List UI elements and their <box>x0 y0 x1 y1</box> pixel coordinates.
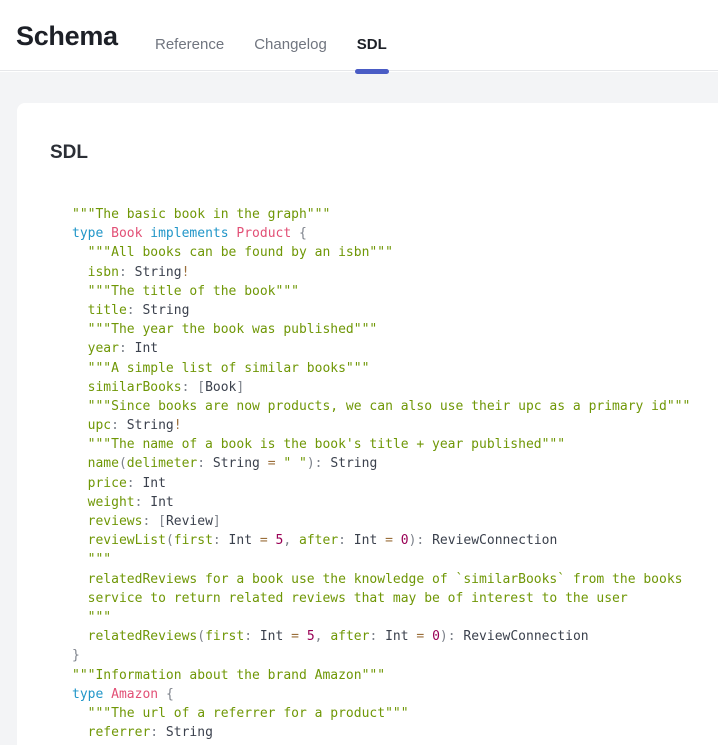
code-line: upc: String! <box>72 416 718 435</box>
code-line: referrer: String <box>72 723 718 742</box>
code-line: """ <box>72 608 718 627</box>
page-title: Schema <box>16 21 118 52</box>
content-area: SDL """The basic book in the graph"""typ… <box>0 72 718 745</box>
code-line: reviews: [Review] <box>72 512 718 531</box>
code-line: isbn: String! <box>72 263 718 282</box>
sdl-card: SDL """The basic book in the graph"""typ… <box>17 103 718 745</box>
tab-bar: Reference Changelog SDL <box>155 36 387 53</box>
code-line: """The year the book was published""" <box>72 320 718 339</box>
code-line: """ <box>72 550 718 569</box>
tab-changelog[interactable]: Changelog <box>254 36 327 53</box>
code-line: """The basic book in the graph""" <box>72 205 718 224</box>
code-line: """The url of a referrer for a product""… <box>72 704 718 723</box>
tab-sdl-label: SDL <box>357 36 387 53</box>
code-line: """The name of a book is the book's titl… <box>72 435 718 454</box>
code-line: price: Int <box>72 474 718 493</box>
code-line: reviewList(first: Int = 5, after: Int = … <box>72 531 718 550</box>
code-line: relatedReviews for a book use the knowle… <box>72 570 718 589</box>
code-line: } <box>72 646 718 665</box>
active-tab-indicator <box>355 69 389 74</box>
tab-sdl[interactable]: SDL <box>357 36 387 53</box>
code-line: """The title of the book""" <box>72 282 718 301</box>
code-line: service to return related reviews that m… <box>72 589 718 608</box>
tab-reference[interactable]: Reference <box>155 36 224 53</box>
code-line: title: String <box>72 301 718 320</box>
code-line: relatedReviews(first: Int = 5, after: In… <box>72 627 718 646</box>
code-line: """A simple list of similar books""" <box>72 359 718 378</box>
code-line: """Information about the brand Amazon""" <box>72 666 718 685</box>
code-line: type Amazon { <box>72 685 718 704</box>
code-line: similarBooks: [Book] <box>72 378 718 397</box>
code-line: """All books can be found by an isbn""" <box>72 243 718 262</box>
code-line: name(delimeter: String = " "): String <box>72 454 718 473</box>
code-line: weight: Int <box>72 493 718 512</box>
code-line: """Since books are now products, we can … <box>72 397 718 416</box>
page-header: Schema Reference Changelog SDL <box>0 0 718 71</box>
sdl-heading: SDL <box>50 142 718 164</box>
code-line: year: Int <box>72 339 718 358</box>
code-line: type Book implements Product { <box>72 224 718 243</box>
sdl-code-block: """The basic book in the graph"""type Bo… <box>72 205 718 745</box>
